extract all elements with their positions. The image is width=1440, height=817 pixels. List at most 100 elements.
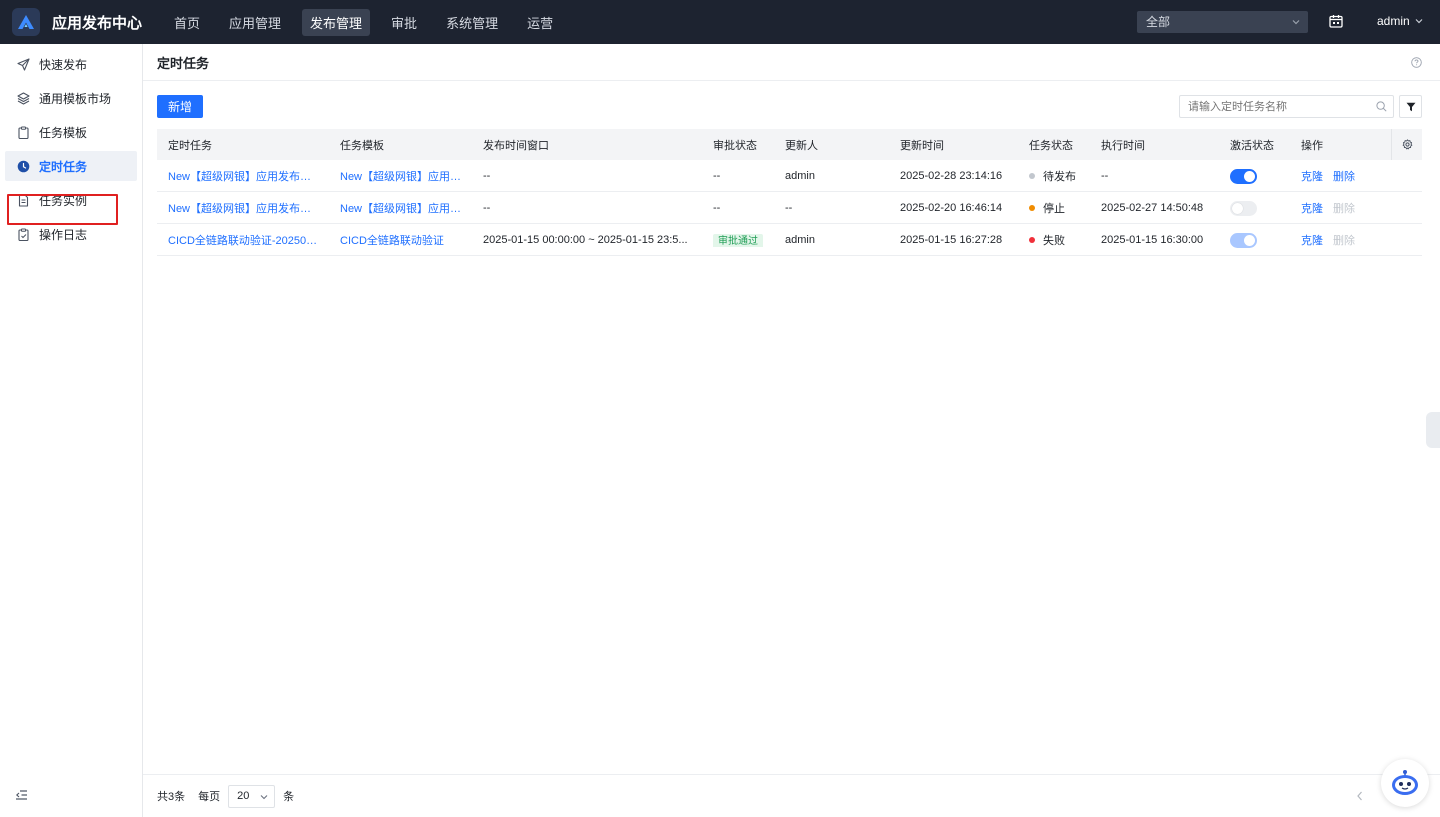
approval-status: 审批通过 [713,232,773,247]
task-name-link[interactable]: New【超级网银】应用发布模板... [168,200,320,216]
nav-app-management[interactable]: 应用管理 [221,9,289,36]
chevron-down-icon [1292,20,1300,25]
column-header-approval: 审批状态 [713,139,757,152]
column-header-active: 激活状态 [1230,139,1274,152]
nav-approval[interactable]: 审批 [383,9,425,36]
help-icon[interactable] [1411,57,1422,68]
approval-status: -- [713,169,721,182]
table-row: CICD全链路联动验证-2025011... CICD全链路联动验证 2025-… [157,224,1422,256]
task-status: 失败 [1029,232,1099,248]
sidebar-item-quick-release[interactable]: 快速发布 [5,49,137,79]
updated-at: 2025-02-20 16:46:14 [900,201,1003,214]
environment-select-value: 全部 [1146,15,1171,29]
column-header-template: 任务模板 [340,139,384,152]
filter-button[interactable] [1399,95,1422,118]
task-name-link[interactable]: New【超级网银】应用发布模板... [168,168,320,184]
assistant-robot-button[interactable] [1381,759,1429,807]
updater: admin [785,233,815,246]
per-page-label: 每页 [198,791,221,803]
calendar-icon[interactable] [1329,14,1343,28]
selection-highlight-box [7,194,118,225]
main-content: 定时任务 新增 定时任务 任务模板 发布时间窗口 审批状态 更新人 更新时间 任… [143,44,1440,817]
template-link[interactable]: New【超级网银】应用发... [340,168,465,184]
user-menu[interactable]: admin [1377,14,1423,28]
environment-select[interactable]: 全部 [1137,11,1308,33]
template-link[interactable]: New【超级网银】应用发... [340,200,465,216]
status-dot-icon [1029,204,1035,211]
status-dot-icon [1029,172,1035,179]
active-toggle[interactable] [1230,201,1257,216]
nav-system-management[interactable]: 系统管理 [438,9,506,36]
active-toggle[interactable] [1230,233,1257,248]
nav-home[interactable]: 首页 [166,9,208,36]
column-settings-button[interactable] [1391,129,1422,160]
column-header-actions: 操作 [1301,139,1323,152]
sidebar-item-scheduled-task[interactable]: 定时任务 [5,151,137,181]
chevron-down-icon [260,794,268,799]
page-size-select[interactable]: 20 [228,784,276,808]
sidebar-item-label: 通用模板市场 [39,91,112,106]
total-count: 共3条 [157,791,186,803]
chevron-left-icon[interactable] [1356,791,1364,801]
sidebar-item-template-market[interactable]: 通用模板市场 [5,83,137,113]
clock-icon [16,159,30,173]
release-window: -- [483,169,491,182]
delete-button: 删除 [1333,234,1355,247]
chevron-down-icon [1415,19,1423,24]
paper-plane-icon [16,57,30,71]
column-header-status: 任务状态 [1029,139,1073,152]
toggle-knob [1244,235,1255,246]
page-header: 定时任务 [143,44,1440,81]
scheduled-task-table: 定时任务 任务模板 发布时间窗口 审批状态 更新人 更新时间 任务状态 执行时间… [157,129,1422,256]
column-header-updater: 更新人 [785,139,818,152]
pagination-bar: 共3条 每页 20 条 [143,774,1440,817]
sidebar-item-label: 定时任务 [39,159,88,174]
active-toggle[interactable] [1230,169,1257,184]
top-nav: 首页 应用管理 发布管理 审批 系统管理 运营 [166,8,574,36]
sidebar: 快速发布 通用模板市场 任务模板 定时任务 任务实例 操作日志 [0,44,143,817]
table-header: 定时任务 任务模板 发布时间窗口 审批状态 更新人 更新时间 任务状态 执行时间… [157,129,1422,160]
task-name-link[interactable]: CICD全链路联动验证-2025011... [168,232,320,248]
approval-status: -- [713,201,721,214]
approval-badge: 审批通过 [713,234,763,247]
task-status: 待发布 [1029,168,1099,184]
exec-time: -- [1101,169,1109,182]
updater: -- [785,201,793,214]
release-window: -- [483,201,491,214]
table-row: New【超级网银】应用发布模板... New【超级网银】应用发... -- --… [157,160,1422,192]
search-icon[interactable] [1376,101,1387,112]
template-link[interactable]: CICD全链路联动验证 [340,232,465,248]
robot-icon [1392,770,1418,795]
sidebar-item-label: 任务模板 [39,125,88,140]
task-name-search-input[interactable] [1179,95,1394,118]
sidebar-item-label: 快速发布 [39,57,88,72]
gear-icon [1402,139,1412,150]
column-header-window: 发布时间窗口 [483,139,549,152]
app-logo-icon [12,8,40,36]
delete-button: 删除 [1333,202,1355,215]
toggle-knob [1244,171,1255,182]
top-bar: 应用发布中心 首页 应用管理 发布管理 审批 系统管理 运营 全部 admin [0,0,1440,44]
updated-at: 2025-01-15 16:27:28 [900,233,1003,246]
filter-icon [1406,102,1415,111]
table-row: New【超级网银】应用发布模板... New【超级网银】应用发... -- --… [157,192,1422,224]
brand[interactable]: 应用发布中心 [0,8,160,36]
sidebar-item-task-template[interactable]: 任务模板 [5,117,137,147]
column-header-exec-time: 执行时间 [1101,139,1145,152]
layers-icon [16,91,30,105]
task-status: 停止 [1029,200,1099,216]
exec-time: 2025-01-15 16:30:00 [1101,233,1204,246]
updated-at: 2025-02-28 23:14:16 [900,169,1003,182]
log-icon [16,227,30,241]
page-size-value: 20 [237,790,250,802]
nav-operations[interactable]: 运营 [519,9,561,36]
delete-button[interactable]: 删除 [1333,168,1355,184]
per-page-unit: 条 [283,791,295,803]
status-dot-icon [1029,236,1035,243]
collapse-sidebar-icon[interactable] [16,790,27,800]
task-status-text: 失败 [1043,234,1065,247]
add-task-button[interactable]: 新增 [157,95,203,118]
task-status-text: 停止 [1043,202,1065,215]
nav-release-management[interactable]: 发布管理 [302,8,371,36]
side-drawer-handle[interactable] [1426,412,1440,448]
